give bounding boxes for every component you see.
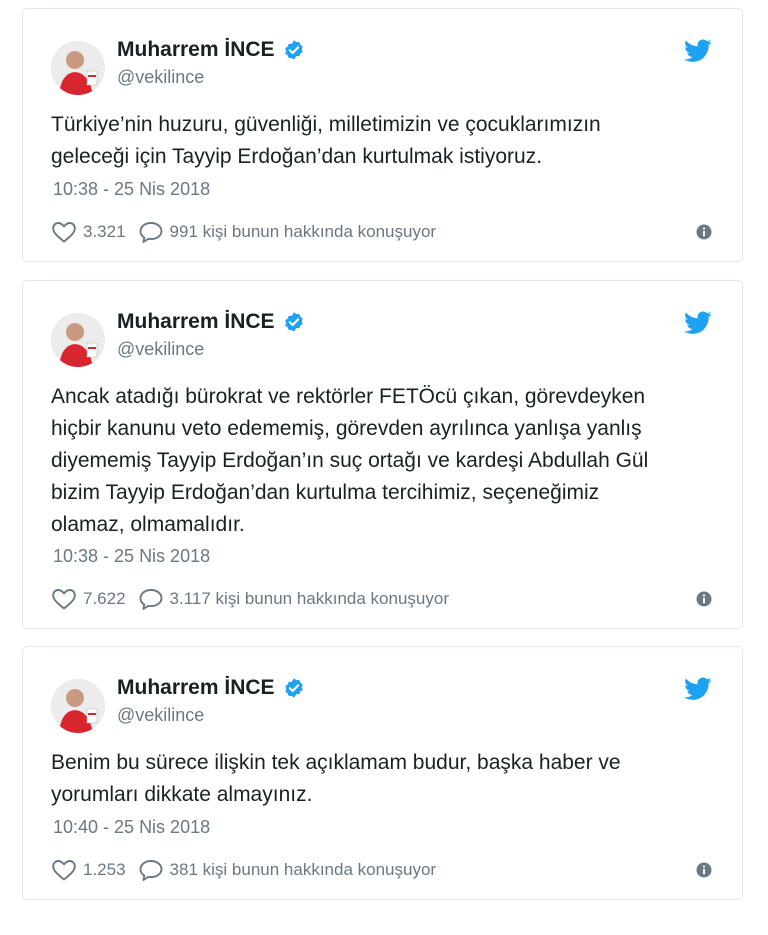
tweet-actions: 7.622 3.117 kişi bunun hakkında konuşuyo… (51, 586, 712, 612)
avatar[interactable] (51, 313, 105, 367)
twitter-bird-icon[interactable] (684, 677, 712, 701)
author-handle[interactable]: @vekilince (117, 339, 204, 360)
avatar[interactable] (51, 679, 105, 733)
like-count: 3.321 (83, 222, 126, 241)
heart-icon (52, 860, 76, 881)
tweet-timestamp[interactable]: 10:38 - 25 Nis 2018 (53, 546, 210, 567)
tweet-actions: 1.253 381 kişi bunun hakkında konuşuyor (51, 857, 712, 883)
avatar[interactable] (51, 41, 105, 95)
like-count: 7.622 (83, 589, 126, 608)
author-handle[interactable]: @vekilince (117, 705, 204, 726)
heart-icon (52, 222, 76, 243)
like-button[interactable]: 1.253 (51, 858, 126, 882)
tweet-text: Ancak atadığı bürokrat ve rektörler FETÖ… (51, 385, 649, 536)
author-name-text[interactable]: Muharrem İNCE (117, 310, 275, 334)
reply-button[interactable]: 991 kişi bunun hakkında konuşuyor (126, 220, 437, 244)
heart-icon (52, 589, 76, 610)
author-name[interactable]: Muharrem İNCE (117, 310, 305, 334)
twitter-bird-icon[interactable] (684, 311, 712, 335)
author-name-text[interactable]: Muharrem İNCE (117, 38, 275, 62)
twitter-bird-icon[interactable] (684, 39, 712, 63)
like-button[interactable]: 7.622 (51, 587, 126, 611)
info-icon[interactable] (696, 862, 712, 878)
like-button[interactable]: 3.321 (51, 220, 126, 244)
info-icon[interactable] (696, 224, 712, 240)
tweet-timestamp[interactable]: 10:40 - 25 Nis 2018 (53, 817, 210, 838)
author-name-text[interactable]: Muharrem İNCE (117, 676, 275, 700)
tweet-actions: 3.321 991 kişi bunun hakkında konuşuyor (51, 219, 712, 245)
info-icon[interactable] (696, 591, 712, 607)
verified-badge-icon (284, 678, 303, 698)
embedded-tweet-card[interactable]: Muharrem İNCE @vekilince Türkiye’nin huz… (22, 8, 743, 262)
speech-bubble-icon (139, 222, 162, 243)
author-name[interactable]: Muharrem İNCE (117, 676, 305, 700)
tweet-timestamp[interactable]: 10:38 - 25 Nis 2018 (53, 179, 210, 200)
reply-count: 381 kişi bunun hakkında konuşuyor (169, 860, 437, 879)
verified-badge-icon (284, 312, 303, 332)
author-handle[interactable]: @vekilince (117, 67, 204, 88)
reply-button[interactable]: 3.117 kişi bunun hakkında konuşuyor (126, 587, 449, 611)
reply-count: 991 kişi bunun hakkında konuşuyor (169, 222, 437, 241)
like-count: 1.253 (83, 860, 126, 879)
embedded-tweet-card[interactable]: Muharrem İNCE @vekilince Ancak atadığı b… (22, 280, 743, 629)
speech-bubble-icon (139, 589, 162, 610)
author-name[interactable]: Muharrem İNCE (117, 38, 305, 62)
verified-badge-icon (284, 40, 303, 60)
tweet-text: Benim bu sürece ilişkin tek açıklamam bu… (51, 751, 621, 806)
tweet-text: Türkiye’nin huzuru, güvenliği, milletimi… (51, 113, 601, 168)
embedded-tweet-card[interactable]: Muharrem İNCE @vekilince Benim bu sürece… (22, 646, 743, 900)
speech-bubble-icon (139, 860, 162, 881)
reply-count: 3.117 kişi bunun hakkında konuşuyor (169, 589, 449, 608)
reply-button[interactable]: 381 kişi bunun hakkında konuşuyor (126, 858, 437, 882)
